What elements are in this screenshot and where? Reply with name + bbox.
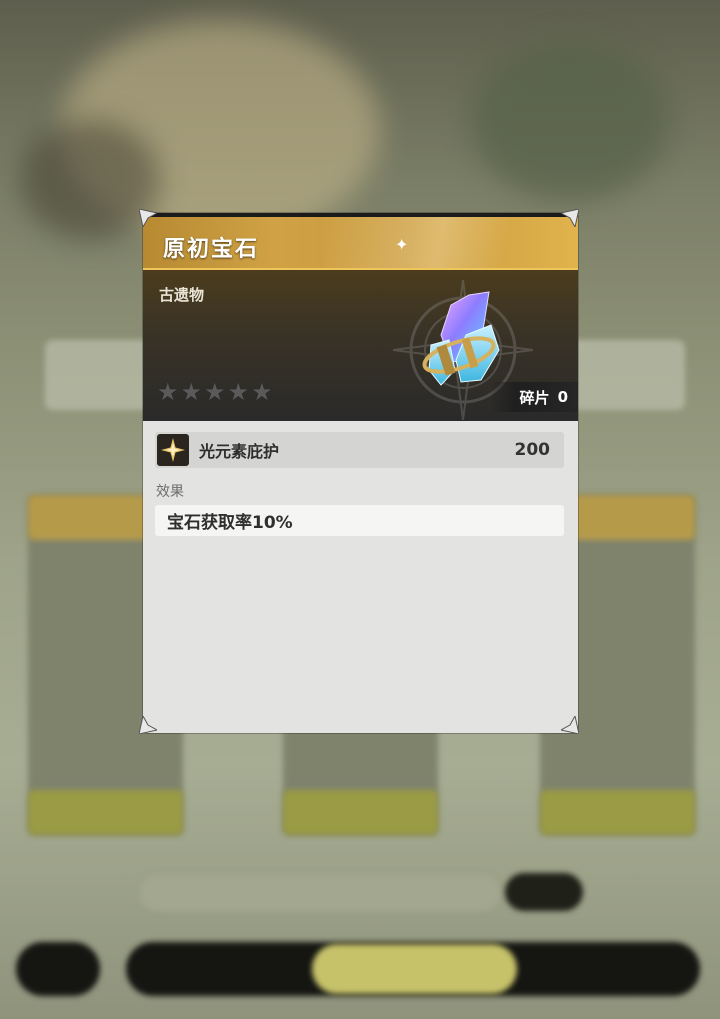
attribute-value: 200 [514,440,551,460]
shard-label: 碎片 [519,388,550,407]
star-icon: ★ [251,378,273,406]
rarity-stars: ★ ★ ★ ★ ★ [157,380,273,404]
star-icon: ★ [157,378,179,406]
item-detail-dialog: 原初宝石 ✦ 古遗物 ★ ★ ★ ★ ★ 碎片 0 光元素庇护 200 效果 宝… [143,213,578,733]
sparkle-icon: ✦ [395,235,409,254]
attribute-name: 光元素庇护 [199,442,280,461]
title-bar: 原初宝石 ✦ [143,213,578,272]
effect-section-label: 效果 [156,484,184,500]
star-icon: ★ [180,378,203,406]
star-icon: ★ [227,378,250,406]
corner-ornament-icon [561,209,579,227]
shard-count: 0 [557,388,568,406]
light-element-icon [157,434,189,466]
shard-counter: 碎片 0 [489,382,578,412]
star-icon: ★ [204,378,226,406]
corner-ornament-icon [139,716,157,734]
effect-description: 宝石获取率10% [155,505,564,536]
attribute-row: 光元素庇护 200 [155,432,564,468]
item-showcase: 古遗物 ★ ★ ★ ★ ★ 碎片 0 [143,270,578,421]
item-title: 原初宝石 [163,237,260,262]
item-category: 古遗物 [159,286,205,304]
corner-ornament-icon [561,716,579,734]
effect-text: 宝石获取率10% [167,513,293,533]
corner-ornament-icon [139,209,157,227]
